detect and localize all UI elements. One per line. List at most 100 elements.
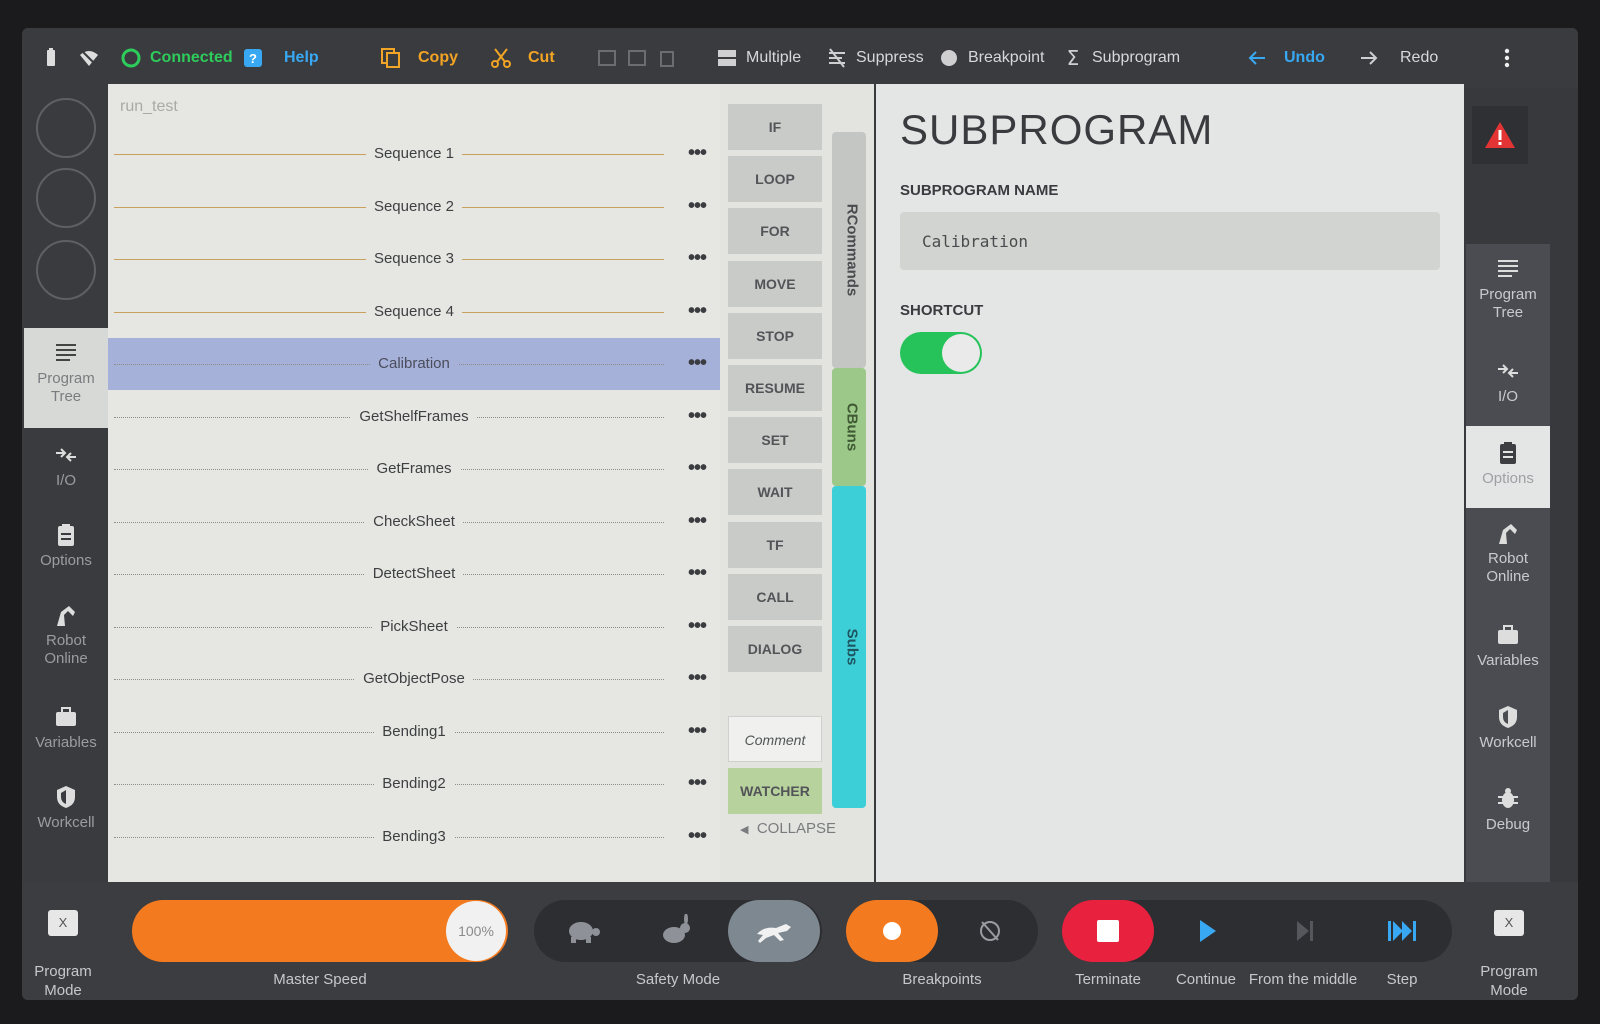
tree-root-label[interactable]: run_test [120,98,178,116]
robot-arm-icon [1499,524,1517,544]
command-if[interactable]: IF [728,104,822,150]
connected-label: Connected [150,49,233,66]
shortcut-toggle[interactable] [900,332,982,374]
command-set[interactable]: SET [728,417,822,464]
warning-button[interactable] [1472,106,1528,164]
tree-row[interactable]: Sequence 3 ••• [108,233,720,285]
command-resume[interactable]: RESUME [728,365,822,411]
breakpoints-disable-button[interactable] [944,900,1036,962]
free-drive-button-3[interactable] [36,240,96,300]
suppress-icon [829,48,845,68]
from-middle-button[interactable] [1258,900,1350,962]
suppress-button[interactable]: Suppress [826,44,924,72]
nav-variables[interactable]: Variables [24,704,108,752]
rnav-options[interactable]: Options [1466,426,1550,508]
row-more-icon[interactable]: ••• [688,825,707,848]
cut-button[interactable]: Cut [490,44,555,72]
safety-medium-button[interactable] [630,900,722,962]
safety-fast-button[interactable] [728,900,820,962]
watcher-command[interactable]: WATCHER [728,768,822,814]
tree-connector-line [114,836,664,838]
breakpoints-enable-button[interactable] [846,900,938,962]
tree-row[interactable]: GetFrames ••• [108,443,720,495]
rnav-workcell[interactable]: Workcell [1466,690,1550,772]
continue-button[interactable] [1160,900,1252,962]
tree-row[interactable]: Bending3 ••• [108,811,720,863]
row-more-icon[interactable]: ••• [688,667,707,690]
command-loop[interactable]: LOOP [728,156,822,203]
tree-row[interactable]: GetShelfFrames ••• [108,391,720,443]
row-more-icon[interactable]: ••• [688,405,707,428]
safety-slow-button[interactable] [536,900,628,962]
rnav-program-tree[interactable]: Program Tree [1466,244,1550,344]
subprogram-button[interactable]: Σ Subprogram [1062,44,1180,72]
row-more-icon[interactable]: ••• [688,562,707,585]
command-for[interactable]: FOR [728,208,822,255]
row-more-icon[interactable]: ••• [688,615,707,638]
rnav-debug[interactable]: Debug [1466,772,1550,882]
subprogram-name-label: SUBPROGRAM NAME [900,182,1059,199]
row-more-icon[interactable]: ••• [688,142,707,165]
comment-command[interactable]: Comment [728,716,822,762]
command-dialog[interactable]: DIALOG [728,626,822,672]
free-drive-button-2[interactable] [36,168,96,228]
row-more-icon[interactable]: ••• [688,720,707,743]
row-more-icon[interactable]: ••• [688,247,707,270]
collapse-button[interactable]: ◀ COLLAPSE [740,820,836,837]
row-more-icon[interactable]: ••• [688,352,707,375]
row-more-icon[interactable]: ••• [688,300,707,323]
command-stop[interactable]: STOP [728,312,822,359]
command-wait[interactable]: WAIT [728,469,822,516]
free-drive-button-1[interactable] [36,98,96,158]
step-button[interactable] [1356,900,1448,962]
tree-row[interactable]: Bending1 ••• [108,706,720,758]
connection-status[interactable]: Connected [120,44,233,72]
rnav-robot-online[interactable]: Robot Online [1466,508,1550,608]
nav-workcell[interactable]: Workcell [24,784,108,832]
row-more-icon[interactable]: ••• [688,510,707,533]
nav-io[interactable]: I/O [24,442,108,490]
turtle-icon [569,922,600,943]
tab-subs[interactable]: Subs [832,486,866,808]
row-more-icon[interactable]: ••• [688,195,707,218]
terminate-button[interactable] [1062,900,1154,962]
master-speed-knob[interactable]: 100% [446,901,506,961]
tab-cbuns[interactable]: CBuns [832,368,866,486]
nav-program-tree[interactable]: Program Tree [24,328,108,428]
tree-row[interactable]: Sequence 2 ••• [108,181,720,233]
tree-connector-line [114,259,664,260]
program-mode-left-button[interactable]: X [48,910,78,936]
rnav-variables[interactable]: Variables [1466,608,1550,690]
tree-row[interactable]: CheckSheet ••• [108,496,720,548]
subprogram-name-input[interactable] [900,212,1440,270]
master-speed-slider[interactable]: 100% [132,900,508,962]
command-move[interactable]: MOVE [728,260,822,307]
tree-row[interactable]: DetectSheet ••• [108,548,720,600]
tree-row[interactable]: PickSheet ••• [108,601,720,653]
nav-options[interactable]: Options [24,522,108,570]
program-mode-right-button[interactable]: X [1494,910,1524,936]
tree-row[interactable]: Sequence 1 ••• [108,128,720,180]
help-button[interactable]: ? Help [242,44,319,72]
tree-row[interactable]: Calibration ••• [108,338,720,390]
from-middle-label: From the middle [1248,971,1358,988]
rnav-label: Robot Online [1486,550,1530,585]
redo-button[interactable]: Redo [1358,44,1438,72]
tree-row[interactable]: Bending2 ••• [108,758,720,810]
tree-row[interactable]: GetObjectPose ••• [108,653,720,705]
nav-robot-online[interactable]: Robot Online [24,602,108,668]
rnav-label: Variables [1477,652,1539,669]
tab-rcommands[interactable]: RCommands [832,132,866,368]
rnav-io[interactable]: I/O [1466,344,1550,426]
undo-button[interactable]: Undo [1246,44,1325,72]
command-tf[interactable]: TF [728,521,822,568]
row-more-icon[interactable]: ••• [688,457,707,480]
breakpoint-button[interactable]: Breakpoint [938,44,1045,72]
command-call[interactable]: CALL [728,573,822,620]
help-icon: ? [244,49,262,67]
multiple-button[interactable]: Multiple [716,44,801,72]
row-more-icon[interactable]: ••• [688,772,707,795]
overflow-menu-icon[interactable] [1496,44,1518,72]
copy-button[interactable]: Copy [380,44,458,72]
tree-row[interactable]: Sequence 4 ••• [108,286,720,338]
